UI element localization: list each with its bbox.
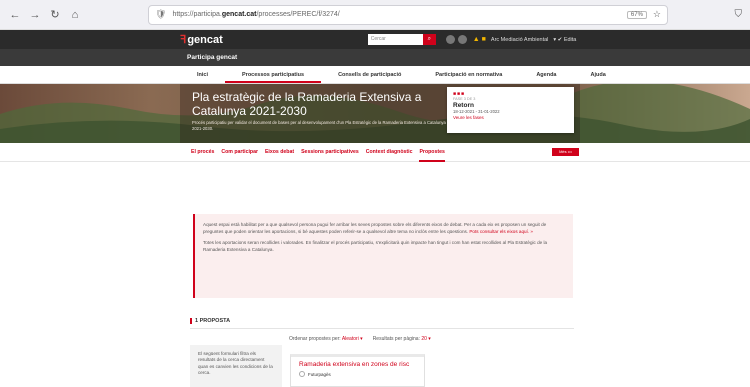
shield-icon: 🛡 xyxy=(155,9,167,19)
process-hero: Pla estratègic de la Ramaderia Extensiva… xyxy=(0,84,750,143)
site-title[interactable]: Participa gencat xyxy=(0,49,750,66)
per-page-control[interactable]: Resultats per pàgina: 20 ▾ xyxy=(373,336,431,342)
process-subtitle: Procés participatiu per validar el docum… xyxy=(192,120,446,131)
divider xyxy=(190,328,574,329)
home-icon[interactable]: ⌂ xyxy=(68,8,82,22)
filter-panel: El següent formulari filtra els resultat… xyxy=(190,345,282,387)
callout-text-1: Aquest espai està habilitat per a que qu… xyxy=(203,222,547,234)
nav-item-agenda[interactable]: Agenda xyxy=(519,66,573,83)
reload-icon[interactable]: ↻ xyxy=(48,8,62,22)
header-buttons xyxy=(445,35,467,44)
more-button[interactable]: Més ••• xyxy=(552,148,579,156)
process-subnav: El procés Com participar Eixos debat Ses… xyxy=(0,143,750,162)
order-control[interactable]: Ordenar propostes per: Aleatori ▾ xyxy=(289,336,363,342)
user-name: Arc Mediació Ambiental xyxy=(490,36,549,43)
browser-toolbar: ← → ↻ ⌂ 🛡 https://participa.gencat.cat/p… xyxy=(0,0,750,30)
sort-controls: Ordenar propostes per: Aleatori ▾ Result… xyxy=(289,336,431,342)
filter-help-text: El següent formulari filtra els resultat… xyxy=(198,351,273,375)
search-box: Cercar ⌕ xyxy=(367,34,436,45)
url-text[interactable]: https://participa.gencat.cat/processes/P… xyxy=(172,11,626,18)
tab-propostes[interactable]: Propostes xyxy=(419,143,445,162)
axes-link[interactable]: Pots consultar els eixos aquí. » xyxy=(469,229,533,234)
proposal-count: 1 PROPOSTA xyxy=(190,318,230,324)
proposal-card[interactable]: Ramaderia extensiva en zones de risc Fut… xyxy=(290,354,425,387)
tab-context[interactable]: Context diagnòstic xyxy=(366,143,413,162)
gencat-logo[interactable]: ꟻgencat xyxy=(180,33,223,46)
nav-item-ajuda[interactable]: Ajuda xyxy=(573,66,622,83)
forward-icon[interactable]: → xyxy=(28,8,42,22)
tab-com-participar[interactable]: Com participar xyxy=(221,143,258,162)
proposal-author: Futurpagès xyxy=(299,371,416,377)
nav-item-processos[interactable]: Processos participatius xyxy=(225,66,322,83)
tab-sessions[interactable]: Sessions participatives xyxy=(301,143,359,162)
messages-icon[interactable] xyxy=(457,35,467,44)
view-phases-link[interactable]: Veure les fases xyxy=(453,115,568,120)
callout-text-2: Totes les aportacions seran recollides i… xyxy=(203,240,548,252)
zoom-indicator[interactable]: 67% xyxy=(626,10,647,19)
address-bar[interactable]: 🛡 https://participa.gencat.cat/processes… xyxy=(148,4,668,25)
search-input[interactable]: Cercar xyxy=(367,34,423,45)
gencat-header: ꟻgencat Cercar ⌕ ▲ ■ Arc Mediació Ambien… xyxy=(0,30,750,49)
back-icon[interactable]: ← xyxy=(8,8,22,22)
phase-dates: 18-12-2021 - 31-01-2022 xyxy=(453,109,500,114)
user-icon: ▲ ■ xyxy=(472,36,486,43)
main-nav: Inici Processos participatius Consells d… xyxy=(0,66,750,84)
nav-item-inici[interactable]: Inici xyxy=(180,66,225,83)
tab-el-proces[interactable]: El procés xyxy=(191,143,214,162)
edit-link[interactable]: ▾ ✔ Edita xyxy=(553,37,576,43)
nav-item-consells[interactable]: Consells de participació xyxy=(321,66,418,83)
extensions-icon[interactable]: ⛉ xyxy=(735,9,743,20)
notifications-icon[interactable] xyxy=(445,35,455,44)
phase-title: Retorn xyxy=(453,102,474,109)
tab-eixos-debat[interactable]: Eixos debat xyxy=(265,143,294,162)
nav-item-normativa[interactable]: Participació en normativa xyxy=(418,66,519,83)
proposal-title[interactable]: Ramaderia extensiva en zones de risc xyxy=(299,361,416,368)
avatar xyxy=(299,371,305,377)
info-callout: Aquest espai està habilitat per a que qu… xyxy=(193,214,573,298)
search-icon[interactable]: ⌕ xyxy=(422,34,436,45)
process-title: Pla estratègic de la Ramaderia Extensiva… xyxy=(192,90,422,118)
phase-label: FASE 3 DE 3 xyxy=(453,97,476,101)
phase-card: ■■■ FASE 3 DE 3 Retorn 18-12-2021 - 31-0… xyxy=(447,87,574,133)
bookmark-star-icon[interactable]: ☆ xyxy=(653,9,661,20)
user-menu[interactable]: ▲ ■ Arc Mediació Ambiental ▾ ✔ Edita xyxy=(473,36,577,43)
